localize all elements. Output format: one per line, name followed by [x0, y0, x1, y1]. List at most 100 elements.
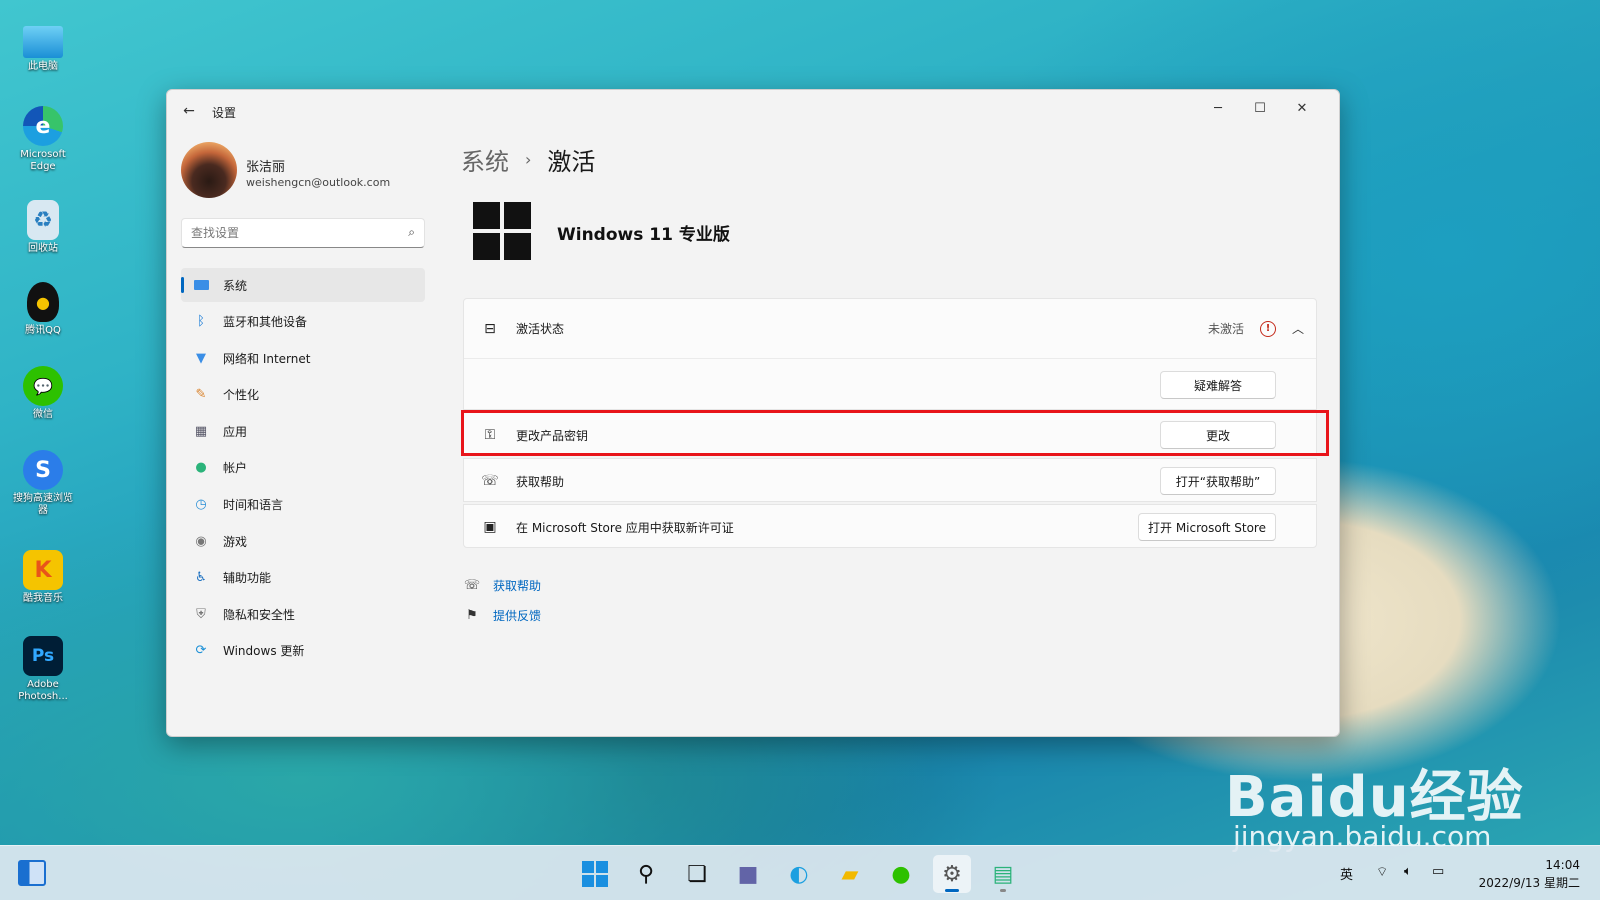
windows-update-icon: ⟳ [195, 643, 207, 659]
help-icon: ☏ [463, 578, 481, 593]
sidebar-item-accessibility[interactable]: ♿ 辅助功能 [181, 561, 425, 595]
taskbar-search-button[interactable]: ⚲ [627, 855, 665, 893]
taskbar-paint-button[interactable]: ▤ [984, 855, 1022, 893]
chevron-up-icon[interactable]: ︿ [1292, 320, 1304, 337]
settings-icon: ⚙ [942, 861, 962, 887]
search-box: ⌕ [181, 218, 425, 248]
desktop-icon-recycle-bin[interactable]: ♻ 回收站 [10, 200, 76, 255]
open-get-help-button[interactable]: 打开“获取帮助” [1160, 467, 1276, 495]
account-icon: ● [195, 460, 207, 476]
file-explorer-icon: ▰ [841, 861, 859, 887]
clock-time: 14:04 [1545, 858, 1580, 872]
activation-card: ⊟ 激活状态 未激活 ! ︿ 疑难解答 [463, 298, 1317, 410]
desktop-icon-photoshop[interactable]: Ps Adobe Photosh... [10, 636, 76, 703]
personalization-icon: ✎ [195, 387, 207, 403]
arrow-left-icon: ← [183, 103, 195, 119]
user-email: weishengcn@outlook.com [246, 176, 391, 189]
time-language-icon: ◷ [195, 497, 207, 513]
breadcrumb: 系统 › 激活 [461, 142, 595, 177]
search-icon: ⚲ [637, 861, 655, 887]
desktop-icon-label: 回收站 [28, 243, 58, 254]
warning-icon: ! [1260, 320, 1276, 337]
chevron-right-icon: › [525, 150, 532, 169]
desktop-icon-this-pc[interactable]: 此电脑 [10, 26, 76, 73]
taskbar-wechat-button[interactable]: ● [882, 855, 920, 893]
feedback-link[interactable]: ⚑ 提供反馈 [463, 607, 541, 624]
desktop-icon-wechat[interactable]: 💬 微信 [10, 366, 76, 421]
sidebar-item-time-language[interactable]: ◷ 时间和语言 [181, 488, 425, 522]
sidebar-nav: 系统 ᛒ 蓝牙和其他设备 ▼ 网络和 Internet ✎ 个性化 ▦ 应用 ●… [181, 268, 425, 671]
desktop-icon-label: Adobe Photosh... [18, 679, 68, 702]
store-icon: ▣ [483, 519, 497, 535]
sidebar-item-apps[interactable]: ▦ 应用 [181, 414, 425, 448]
desktop-icon-label: Microsoft Edge [20, 149, 66, 172]
wifi-icon[interactable]: ⌔ [1376, 864, 1388, 880]
activation-status-icon: ⊟ [484, 320, 496, 337]
window-title: 设置 [212, 106, 237, 120]
title-bar[interactable]: ← 设置 ─ ☐ ✕ [167, 90, 1339, 132]
kuwo-music-icon: K [23, 550, 63, 590]
page-title: 激活 [547, 148, 596, 176]
sidebar-item-personalization[interactable]: ✎ 个性化 [181, 378, 425, 412]
sidebar-item-label: 辅助功能 [223, 571, 272, 586]
sidebar-item-system[interactable]: 系统 [181, 268, 425, 302]
windows-edition: Windows 11 专业版 [557, 225, 730, 245]
sidebar-item-bluetooth[interactable]: ᛒ 蓝牙和其他设备 [181, 305, 425, 339]
open-microsoft-store-button[interactable]: 打开 Microsoft Store [1138, 513, 1276, 541]
monitor-icon [23, 26, 63, 58]
close-button[interactable]: ✕ [1283, 96, 1321, 122]
desktop-icon-label: 腾讯QQ [25, 325, 61, 336]
accessibility-icon: ♿ [195, 570, 207, 586]
minimize-button[interactable]: ─ [1199, 96, 1237, 122]
sidebar-item-label: 应用 [223, 424, 248, 439]
get-help-icon: ☏ [481, 473, 499, 489]
get-help-row: ☏ 获取帮助 打开“获取帮助” [463, 458, 1317, 502]
troubleshoot-button[interactable]: 疑难解答 [1160, 371, 1276, 399]
back-button[interactable]: ← [179, 102, 199, 120]
sidebar-item-windows-update[interactable]: ⟳ Windows 更新 [181, 634, 425, 668]
get-help-label: 获取帮助 [516, 475, 565, 489]
sidebar-item-gaming[interactable]: ◉ 游戏 [181, 524, 425, 558]
desktop-icon-kuwo[interactable]: K 酷我音乐 [10, 550, 76, 605]
teams-chat-icon: ■ [737, 861, 759, 887]
sidebar-item-label: 隐私和安全性 [223, 607, 296, 622]
start-button[interactable] [576, 855, 614, 893]
baidu-watermark: Baidu经验 jingyan.baidu.com [1225, 752, 1524, 853]
sidebar-item-privacy[interactable]: ⛨ 隐私和安全性 [181, 597, 425, 631]
sidebar-item-accounts[interactable]: ● 帐户 [181, 451, 425, 485]
ime-indicator[interactable]: 英 [1340, 864, 1353, 883]
desktop-icon-label: 酷我音乐 [23, 593, 63, 604]
volume-icon[interactable]: 🔈︎ [1404, 864, 1412, 879]
get-help-link[interactable]: ☏ 获取帮助 [463, 577, 541, 594]
maximize-button[interactable]: ☐ [1241, 96, 1279, 122]
desktop-icon-label: 此电脑 [28, 61, 58, 72]
feedback-icon: ⚑ [466, 608, 478, 623]
teams-chat-button[interactable]: ■ [729, 855, 767, 893]
desktop-icon-qq[interactable]: ● 腾讯QQ [10, 282, 76, 337]
search-input[interactable] [182, 219, 382, 247]
widgets-button[interactable] [18, 860, 46, 886]
task-view-button[interactable]: ❏ [678, 855, 716, 893]
wechat-icon: ● [891, 861, 911, 887]
search-icon[interactable]: ⌕ [408, 225, 415, 240]
edge-icon: ◐ [789, 861, 809, 887]
taskbar-edge-button[interactable]: ◐ [780, 855, 818, 893]
battery-icon[interactable]: ▭ [1432, 864, 1444, 879]
qq-icon: ● [27, 282, 59, 322]
breadcrumb-parent[interactable]: 系统 [461, 142, 509, 177]
desktop-icon-label: 微信 [33, 409, 53, 420]
activation-status-label: 激活状态 [516, 322, 565, 336]
taskbar-settings-button[interactable]: ⚙ [933, 855, 971, 893]
paint-icon: ▤ [992, 861, 1014, 887]
activation-status-row[interactable]: ⊟ 激活状态 未激活 ! ︿ [464, 299, 1316, 359]
file-explorer-button[interactable]: ▰ [831, 855, 869, 893]
system-icon [193, 277, 209, 293]
system-clock[interactable]: 14:04 2022/9/13 星期二 [1479, 856, 1580, 892]
desktop-icon-edge[interactable]: e Microsoft Edge [10, 106, 76, 173]
sidebar-item-label: 个性化 [223, 388, 260, 403]
gaming-icon: ◉ [195, 533, 207, 549]
sidebar-item-network[interactable]: ▼ 网络和 Internet [181, 341, 425, 375]
get-help-link-label: 获取帮助 [493, 579, 542, 593]
microsoft-store-row: ▣ 在 Microsoft Store 应用中获取新许可证 打开 Microso… [463, 504, 1317, 548]
desktop-icon-sogou[interactable]: S 搜狗高速浏览器 [10, 450, 76, 517]
